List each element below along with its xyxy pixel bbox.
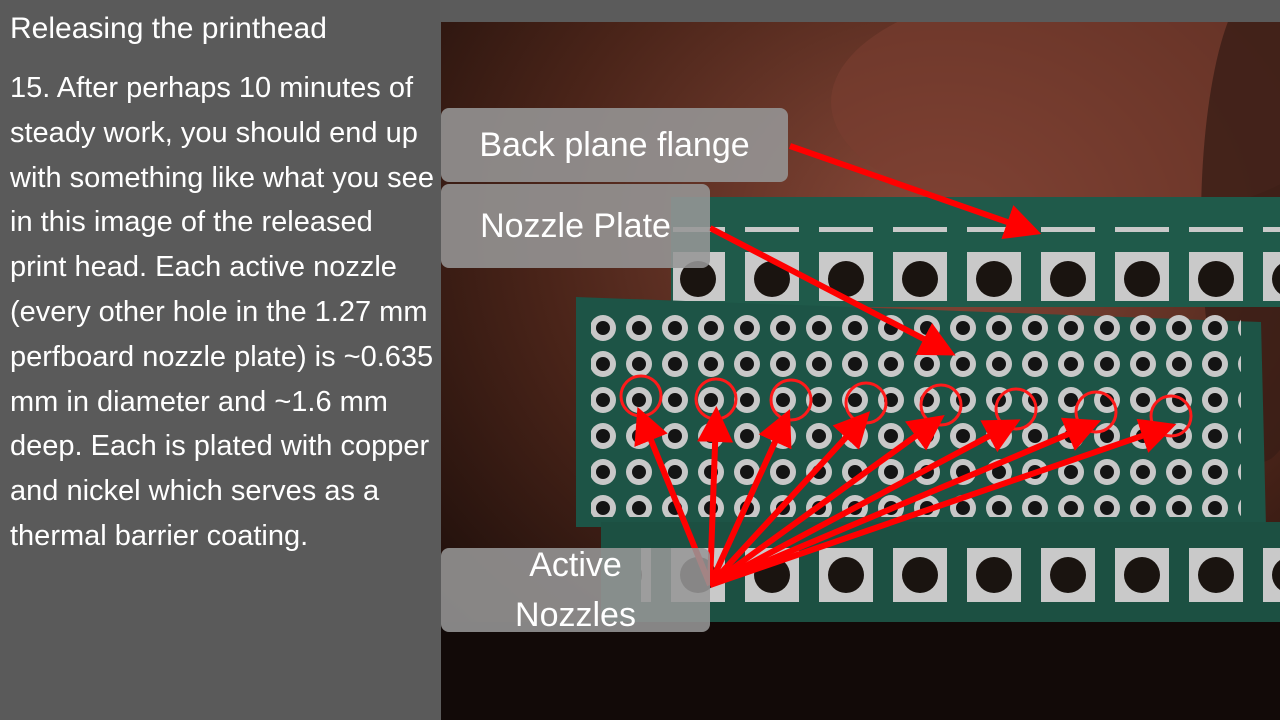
slide: Releasing the printhead 15. After perhap… xyxy=(0,0,1280,720)
callout-nozzle-plate: Nozzle Plate xyxy=(441,184,710,268)
text-panel: Releasing the printhead 15. After perhap… xyxy=(0,0,440,720)
callout-active-nozzles: Active Nozzles xyxy=(441,546,710,634)
slide-title: Releasing the printhead xyxy=(10,12,327,45)
slide-body-text: 15. After perhaps 10 minutes of steady w… xyxy=(10,72,434,552)
callout-back-plane-flange: Back plane flange xyxy=(441,108,788,182)
